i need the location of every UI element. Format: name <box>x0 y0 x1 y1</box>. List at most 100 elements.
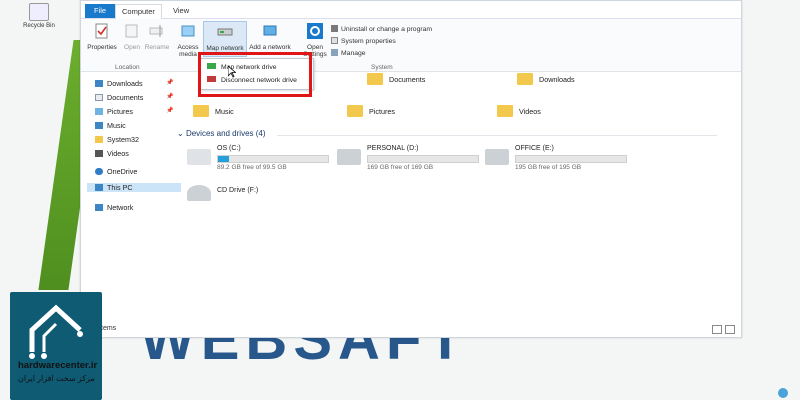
nav-item-music[interactable]: Music <box>95 121 126 130</box>
add-network-label: Add a network <box>249 44 291 51</box>
folder-icon <box>347 105 363 117</box>
drive-usage-bar <box>515 155 627 163</box>
nav-label: Documents <box>107 93 144 102</box>
documents-icon <box>95 94 103 101</box>
rename-button[interactable]: Rename <box>143 23 171 51</box>
system-properties-button[interactable]: System properties <box>331 37 396 45</box>
network-icon <box>95 204 103 211</box>
details-view-icon[interactable] <box>712 325 722 334</box>
ribbon-computer: Properties Open Rename Access media Map … <box>81 19 741 72</box>
folder-icon <box>497 105 513 117</box>
open-button[interactable]: Open <box>121 23 143 51</box>
drive-usage-fill <box>218 156 229 162</box>
folder-documents[interactable]: Documents <box>367 73 425 85</box>
pin-icon[interactable]: 📌 <box>166 93 173 100</box>
drive-free-text: 195 GB free of 195 GB <box>515 164 582 171</box>
recycle-bin-icon <box>29 3 49 21</box>
folder-icon <box>193 105 209 117</box>
section-devices-header[interactable]: ⌄ Devices and drives (4) <box>177 129 266 138</box>
properties-label: Properties <box>87 44 117 51</box>
tab-view[interactable]: View <box>167 4 195 18</box>
brand-text: hardwarecenter.ir مرکز سخت افزار ایران <box>18 360 128 383</box>
nav-item-documents[interactable]: Documents <box>95 93 143 102</box>
drive-free-text: 169 GB free of 169 GB <box>367 164 434 171</box>
folder-label: Videos <box>519 107 541 116</box>
computer-icon <box>95 184 103 191</box>
manage-label: Manage <box>341 50 366 57</box>
nav-item-onedrive[interactable]: OneDrive <box>95 167 137 176</box>
nav-item-videos[interactable]: Videos <box>95 149 129 158</box>
drive-name: OS (C:) <box>217 145 241 152</box>
folder-downloads[interactable]: Downloads <box>517 73 575 85</box>
access-media-label: Access media <box>177 44 199 58</box>
pin-icon[interactable]: 📌 <box>166 79 173 86</box>
brand-logo <box>10 292 102 400</box>
large-icons-view-icon[interactable] <box>725 325 735 334</box>
gear-icon <box>307 23 323 39</box>
folder-videos[interactable]: Videos <box>497 105 541 117</box>
corner-badge-icon <box>778 388 788 398</box>
folder-label: Downloads <box>539 75 575 84</box>
nav-item-downloads[interactable]: Downloads <box>95 79 143 88</box>
status-bar: tems <box>81 323 741 337</box>
ribbon-tabbar: File Computer View <box>81 1 741 19</box>
cloud-icon <box>95 168 103 175</box>
videos-icon <box>95 150 103 157</box>
drive-name: CD Drive (F:) <box>217 187 259 194</box>
pin-icon[interactable]: 📌 <box>166 107 173 114</box>
manage-button[interactable]: Manage <box>331 49 366 57</box>
add-network-location-button[interactable]: Add a network <box>247 23 293 51</box>
uninstall-program-button[interactable]: Uninstall or change a program <box>331 25 432 33</box>
drive-name: PERSONAL (D:) <box>367 145 419 152</box>
hard-drive-icon <box>485 149 509 165</box>
drive-free-text: 89.2 GB free of 99.5 GB <box>217 164 287 171</box>
rename-icon <box>149 25 163 37</box>
folder-label: Music <box>215 107 234 116</box>
folder-music[interactable]: Music <box>193 105 234 117</box>
nav-label: Music <box>107 121 126 130</box>
folder-label: Documents <box>389 75 426 84</box>
folder-icon <box>367 73 383 85</box>
folder-label: Pictures <box>369 107 395 116</box>
brand-site: hardwarecenter.ir <box>18 360 98 371</box>
recycle-bin-label: Recycle Bin <box>23 23 55 29</box>
drive-usage-bar <box>217 155 329 163</box>
add-network-location-icon <box>263 25 277 36</box>
tab-computer[interactable]: Computer <box>115 4 162 19</box>
circuit-logo-icon <box>29 304 83 359</box>
nav-item-thispc[interactable]: This PC <box>87 183 181 192</box>
nav-label: System32 <box>107 135 139 144</box>
open-icon <box>125 24 138 38</box>
folder-icon <box>95 136 103 143</box>
access-media-icon <box>181 25 195 37</box>
hard-drive-icon <box>337 149 361 165</box>
folder-icon <box>517 73 533 85</box>
music-icon <box>95 122 103 129</box>
nav-label: Pictures <box>107 107 133 116</box>
system-properties-icon <box>331 37 338 44</box>
nav-item-network[interactable]: Network <box>95 203 133 212</box>
map-network-drive-icon <box>217 28 233 36</box>
nav-label: Videos <box>107 149 129 158</box>
cd-drive-icon <box>187 185 211 201</box>
group-location-label: Location <box>115 64 140 71</box>
recycle-bin-desktop-icon[interactable]: Recycle Bin <box>14 3 64 29</box>
properties-icon <box>95 23 108 39</box>
drive-name: OFFICE (E:) <box>515 145 554 152</box>
folder-pictures[interactable]: Pictures <box>347 105 395 117</box>
nav-item-system32[interactable]: System32 <box>95 135 139 144</box>
group-system-label: System <box>371 64 393 71</box>
pictures-icon <box>95 108 103 115</box>
nav-label: Downloads <box>107 79 143 88</box>
nav-item-pictures[interactable]: Pictures <box>95 107 133 116</box>
manage-icon <box>331 49 338 56</box>
tab-file[interactable]: File <box>85 4 115 18</box>
access-media-button[interactable]: Access media <box>177 23 199 58</box>
drive-usage-bar <box>367 155 479 163</box>
section-title: Devices and drives (4) <box>185 129 266 138</box>
map-network-label: Map network <box>206 45 244 52</box>
file-explorer-window: File Computer View Properties Open Renam… <box>80 0 742 338</box>
properties-button[interactable]: Properties <box>87 23 117 51</box>
status-items-count: tems <box>101 325 117 332</box>
windows-drive-icon <box>187 149 211 165</box>
